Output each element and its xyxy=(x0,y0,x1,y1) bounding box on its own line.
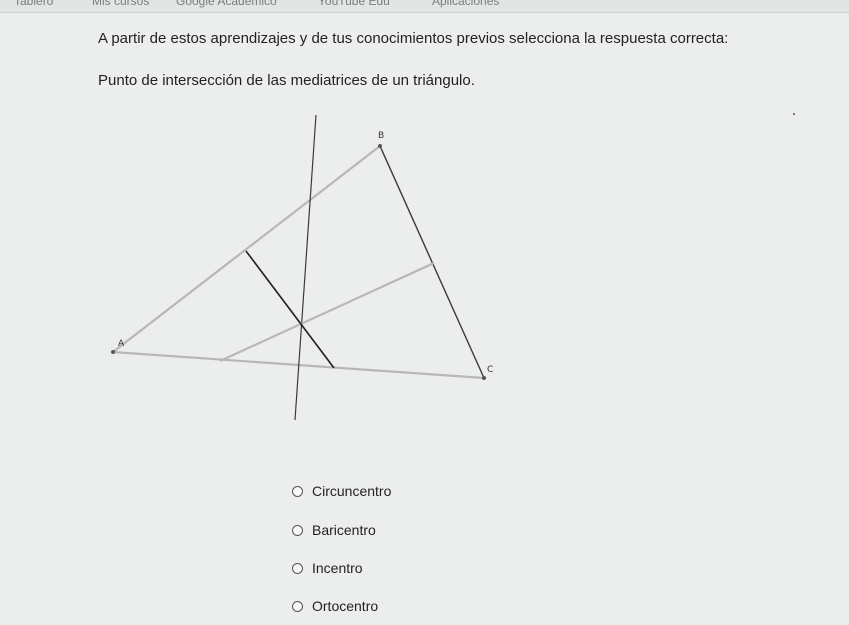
vertex-b-point xyxy=(378,144,382,148)
option-baricentro[interactable]: Baricentro xyxy=(292,519,376,541)
option-label: Baricentro xyxy=(312,522,376,538)
vertex-c-label: C xyxy=(487,365,493,375)
option-circuncentro[interactable]: Circuncentro xyxy=(292,480,391,502)
side-bc xyxy=(379,145,485,379)
vertex-c-point xyxy=(482,376,486,380)
option-label: Ortocentro xyxy=(312,598,379,614)
radio-circle-icon[interactable] xyxy=(292,600,303,612)
option-incentro[interactable]: Incentro xyxy=(292,557,363,579)
side-ab xyxy=(112,145,381,353)
vertex-a-label: A xyxy=(118,339,125,349)
stray-mark xyxy=(793,113,795,115)
bisector-bc xyxy=(219,261,435,363)
bisector-ac xyxy=(245,250,335,369)
radio-circle-icon[interactable] xyxy=(292,485,303,497)
option-label: Circuncentro xyxy=(312,483,392,499)
triangle-diagram: A B C xyxy=(111,114,493,421)
bisector-ab xyxy=(294,114,317,421)
vertex-b-label: B xyxy=(378,131,384,141)
option-label: Incentro xyxy=(312,560,363,576)
radio-circle-icon[interactable] xyxy=(292,562,303,574)
option-ortocentro[interactable]: Ortocentro xyxy=(292,595,378,617)
radio-circle-icon[interactable] xyxy=(292,524,303,536)
vertex-a-point xyxy=(111,350,115,354)
